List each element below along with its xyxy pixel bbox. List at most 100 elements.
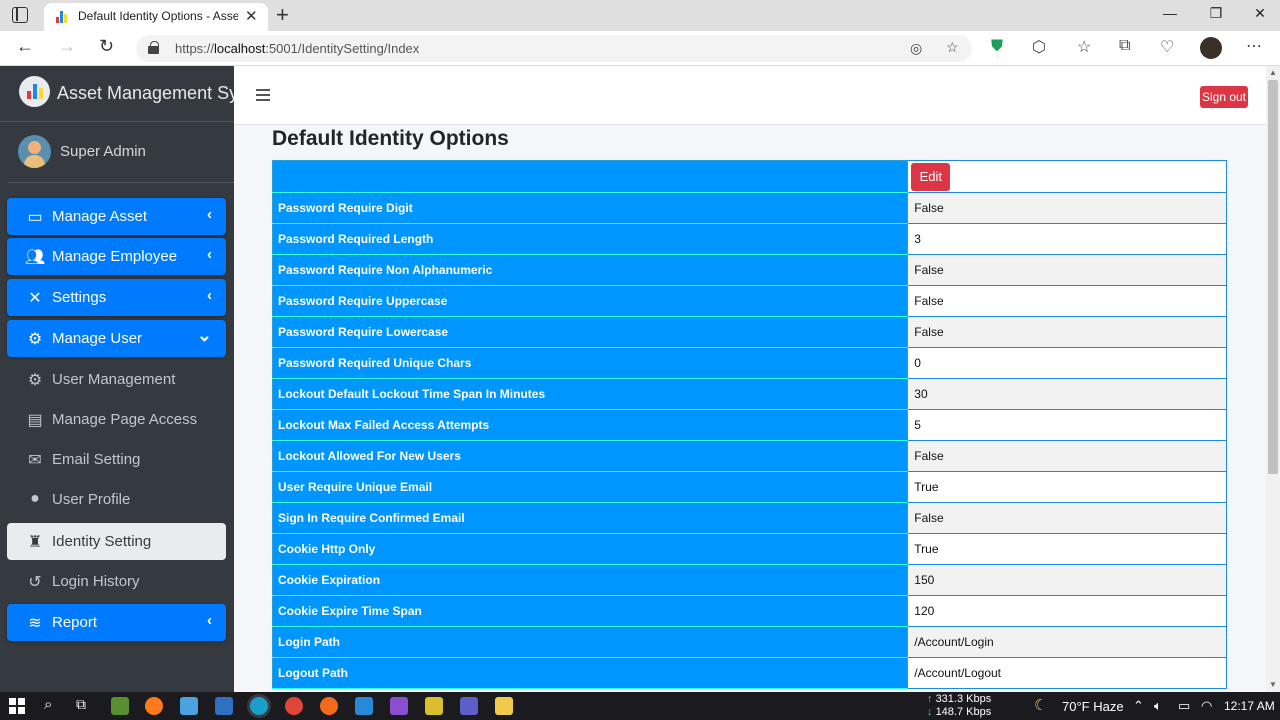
more-options-icon[interactable]: ⋯ bbox=[1246, 36, 1262, 56]
remote-desktop-icon[interactable] bbox=[180, 697, 198, 715]
brand-link[interactable]: Asset Management System bbox=[0, 66, 234, 122]
restore-icon[interactable]: ❐ bbox=[1206, 5, 1226, 22]
tab-close-icon[interactable]: ✕ bbox=[245, 7, 258, 25]
speaker-icon[interactable]: 🔈︎ bbox=[1154, 698, 1162, 714]
sidebar-item-label: Identity Setting bbox=[52, 533, 152, 550]
table-row: Lockout Allowed For New Users False bbox=[271, 440, 1227, 472]
brand-logo-icon bbox=[19, 76, 50, 107]
hamburger-menu-icon[interactable] bbox=[256, 89, 270, 101]
postman-icon[interactable] bbox=[320, 697, 338, 715]
windows-start-icon[interactable] bbox=[9, 698, 25, 714]
edge-icon[interactable] bbox=[250, 697, 268, 715]
browser-essentials-icon[interactable]: ♡ bbox=[1160, 37, 1174, 57]
option-name-cell: Login Path bbox=[271, 626, 909, 658]
notepad-icon[interactable] bbox=[111, 697, 129, 715]
page-scrollbar[interactable]: ▲ ▼ bbox=[1266, 66, 1280, 692]
sidebar-item-manage-page-access[interactable]: ▤ Manage Page Access bbox=[7, 401, 226, 438]
url-input[interactable]: https://localhost:5001/IdentitySetting/I… bbox=[136, 35, 972, 62]
chevron-left-icon[interactable]: ‹ bbox=[207, 206, 212, 223]
vscode-icon[interactable] bbox=[355, 697, 373, 715]
page-title: Default Identity Options bbox=[272, 127, 509, 150]
sidebar-item-report[interactable]: ≋ Report ‹ bbox=[7, 604, 226, 641]
weather-text[interactable]: 70°F Haze bbox=[1062, 699, 1124, 714]
sidebar-item-label: User Management bbox=[52, 371, 176, 388]
sidebar-item-label: Manage Page Access bbox=[52, 411, 198, 428]
shield-extension-icon[interactable]: ⛊ bbox=[991, 38, 1003, 56]
collections-icon[interactable]: ⧉ bbox=[1119, 37, 1130, 55]
tools-icon: ✕ bbox=[28, 290, 42, 307]
browser-tab[interactable]: Default Identity Options - Asset Managem… bbox=[44, 3, 268, 31]
option-name-cell: Lockout Allowed For New Users bbox=[271, 440, 909, 472]
option-value-cell: /Account/Login bbox=[907, 626, 1227, 658]
minimize-icon[interactable]: — bbox=[1160, 5, 1180, 21]
sticky-notes-icon[interactable] bbox=[425, 697, 443, 715]
wifi-icon[interactable]: ◠ bbox=[1201, 698, 1212, 714]
lock-icon[interactable] bbox=[148, 41, 159, 54]
avatar bbox=[18, 135, 51, 168]
user-name[interactable]: Super Admin bbox=[60, 143, 146, 160]
sidebar-item-manage-user[interactable]: ⚙ Manage User ⌄ bbox=[7, 320, 226, 357]
option-value-cell: 3 bbox=[907, 223, 1227, 255]
sidebar-item-manage-asset[interactable]: ▭ Manage Asset ‹ bbox=[7, 198, 226, 235]
scroll-thumb[interactable] bbox=[1268, 80, 1278, 474]
teams-icon[interactable] bbox=[460, 697, 478, 715]
sidebar-item-identity-setting[interactable]: ♜ Identity Setting bbox=[7, 523, 226, 560]
scroll-down-icon[interactable]: ▼ bbox=[1269, 680, 1277, 689]
table-header-cell bbox=[271, 160, 909, 193]
visual-studio-icon[interactable] bbox=[390, 697, 408, 715]
refresh-icon[interactable]: ↻ bbox=[99, 36, 114, 57]
option-name-cell: Cookie Expire Time Span bbox=[271, 595, 909, 627]
extensions-icon[interactable]: ⬡ bbox=[1032, 37, 1046, 57]
sidebar-item-label: User Profile bbox=[52, 491, 131, 508]
user-panel: Super Admin bbox=[8, 123, 234, 183]
table-row: Cookie Http Only True bbox=[271, 533, 1227, 565]
clock[interactable]: 12:17 AM bbox=[1224, 699, 1275, 713]
sidebar-item-user-management[interactable]: ⚙ User Management bbox=[7, 361, 226, 398]
sidebar-item-label: Manage User bbox=[52, 330, 143, 347]
task-view-icon[interactable]: ⧉ bbox=[76, 696, 86, 713]
option-name-cell: Password Require Lowercase bbox=[271, 316, 909, 348]
chevron-left-icon[interactable]: ‹ bbox=[207, 246, 212, 263]
table-row: Cookie Expire Time Span 120 bbox=[271, 595, 1227, 627]
chevron-left-icon[interactable]: ‹ bbox=[207, 612, 212, 629]
battery-icon[interactable]: ▭ bbox=[1178, 698, 1190, 714]
sidebar: Asset Management System Super Admin ▭ Man… bbox=[0, 66, 234, 692]
tab-title: Default Identity Options - Asset Managem… bbox=[78, 9, 238, 23]
forward-icon[interactable]: → bbox=[58, 36, 76, 57]
sidebar-item-settings[interactable]: ✕ Settings ‹ bbox=[7, 279, 226, 316]
option-name-cell: Sign In Require Confirmed Email bbox=[271, 502, 909, 534]
edit-button[interactable]: Edit bbox=[911, 162, 951, 191]
sidebar-item-user-profile[interactable]: ● User Profile bbox=[7, 481, 226, 518]
sign-out-button[interactable]: Sign out bbox=[1200, 86, 1248, 108]
location-icon[interactable]: ◎ bbox=[910, 40, 922, 57]
option-name-cell: Cookie Http Only bbox=[271, 533, 909, 565]
profile-avatar[interactable] bbox=[1200, 37, 1222, 59]
scroll-up-icon[interactable]: ▲ bbox=[1269, 68, 1277, 77]
back-icon[interactable]: ← bbox=[16, 36, 34, 57]
search-icon[interactable]: ⌕ bbox=[44, 696, 52, 713]
option-value-cell: 150 bbox=[907, 564, 1227, 596]
firefox-icon[interactable] bbox=[145, 697, 163, 715]
table-row: Login Path/Account/Login bbox=[271, 626, 1227, 658]
close-window-icon[interactable]: ✕ bbox=[1250, 5, 1270, 22]
add-favorite-icon[interactable]: ☆ bbox=[946, 39, 959, 56]
favicon-icon bbox=[56, 11, 68, 23]
table-row: Cookie Expiration 150 bbox=[271, 564, 1227, 596]
sidebar-item-label: Manage Asset bbox=[52, 208, 148, 225]
table-row: Password Require Non Alphanumeric False bbox=[271, 254, 1227, 286]
sidebar-item-manage-employee[interactable]: 👥︎ Manage Employee ‹ bbox=[7, 238, 226, 275]
chrome-icon[interactable] bbox=[285, 697, 303, 715]
new-tab-icon[interactable]: + bbox=[276, 2, 289, 28]
chevron-up-icon[interactable]: ⌃ bbox=[1133, 698, 1144, 714]
sidebar-item-login-history[interactable]: ↺ Login History bbox=[7, 563, 226, 600]
chevron-down-icon[interactable]: ⌄ bbox=[197, 325, 212, 346]
favorites-icon[interactable]: ☆ bbox=[1077, 37, 1091, 57]
option-name-cell: User Require Unique Email bbox=[271, 471, 909, 503]
user-cog-icon: ⚙ bbox=[27, 331, 43, 348]
user-circle-icon: ● bbox=[30, 490, 40, 507]
chevron-left-icon[interactable]: ‹ bbox=[207, 287, 212, 304]
tab-actions-icon[interactable] bbox=[12, 7, 28, 23]
sidebar-item-email-setting[interactable]: ✉ Email Setting bbox=[7, 441, 226, 478]
file-explorer-icon[interactable] bbox=[495, 697, 513, 715]
app-icon[interactable] bbox=[215, 697, 233, 715]
